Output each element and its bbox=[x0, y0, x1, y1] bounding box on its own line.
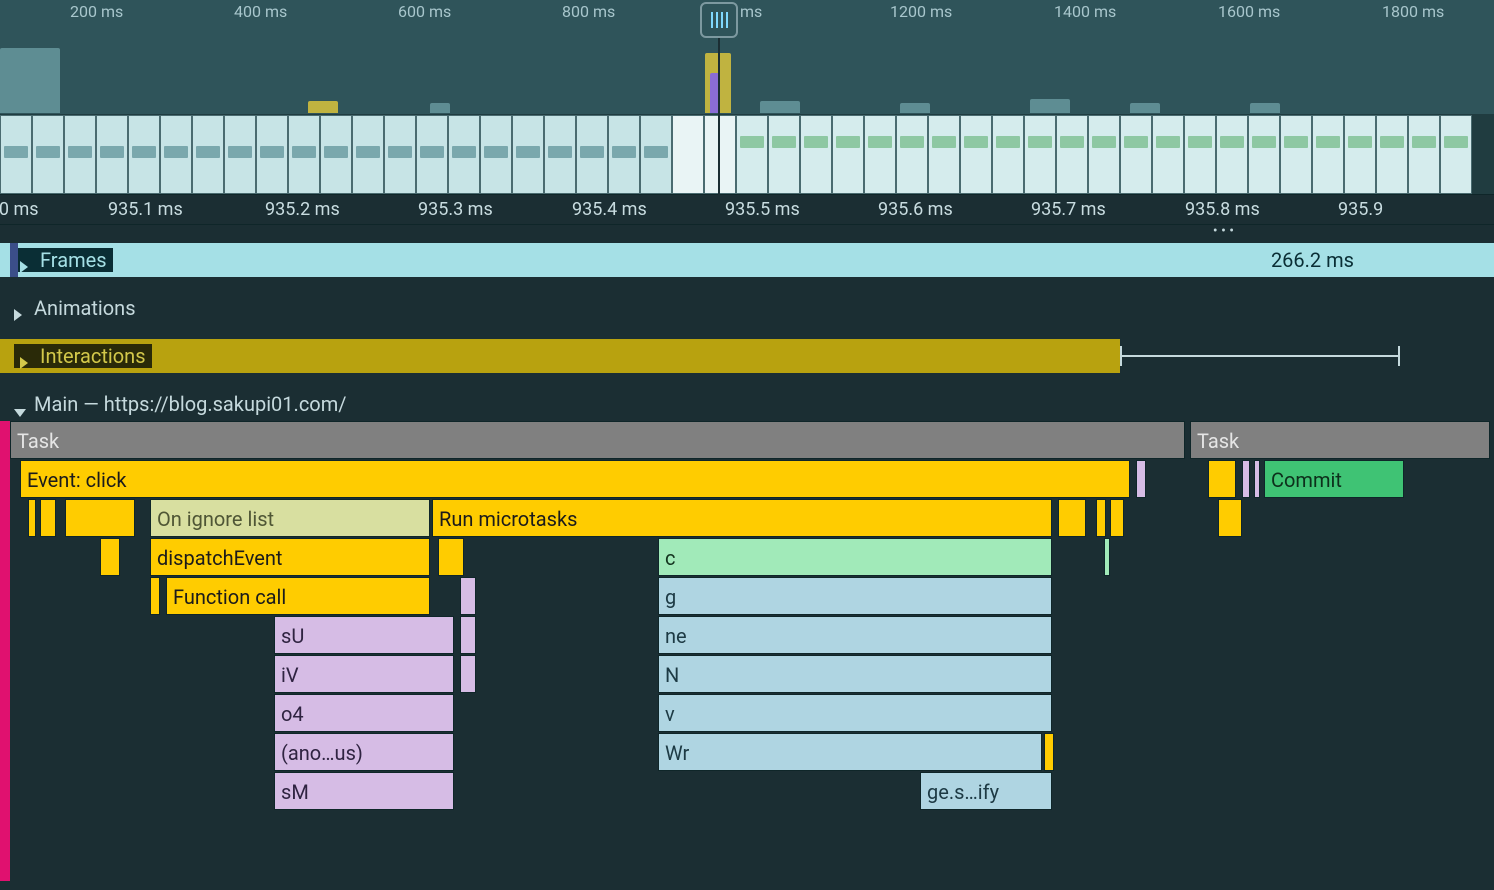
flame-iV[interactable]: iV bbox=[274, 655, 454, 693]
overview-cpu-chart[interactable] bbox=[0, 18, 1494, 113]
flame-v[interactable]: v bbox=[658, 694, 1052, 732]
flame-ne[interactable]: ne bbox=[658, 616, 1052, 654]
flame-sM[interactable]: sM bbox=[274, 772, 454, 810]
flame-slice[interactable] bbox=[150, 577, 160, 615]
flame-event-click[interactable]: Event: click bbox=[20, 460, 1130, 498]
main-label: Main — https://blog.sakupi01.com/ bbox=[34, 392, 346, 416]
flame-anon[interactable]: (ano…us) bbox=[274, 733, 454, 771]
zoom-tick: 935.6 ms bbox=[878, 199, 953, 220]
flame-slice[interactable] bbox=[40, 499, 56, 537]
flame-g[interactable]: g bbox=[658, 577, 1052, 615]
zoom-tick: 935.5 ms bbox=[725, 199, 800, 220]
flame-slice[interactable] bbox=[1110, 499, 1124, 537]
frames-duration: 266.2 ms bbox=[1271, 248, 1354, 272]
zoom-tick: 935.2 ms bbox=[265, 199, 340, 220]
chevron-right-icon bbox=[14, 302, 26, 314]
flame-chart[interactable]: Task Task Event: click Commit On ignore … bbox=[0, 421, 1494, 881]
filmstrip[interactable] bbox=[0, 115, 1494, 195]
flame-slice[interactable] bbox=[460, 655, 476, 693]
frames-track-header[interactable]: Frames 266.2 ms bbox=[0, 243, 1494, 277]
flame-sU[interactable]: sU bbox=[274, 616, 454, 654]
flame-slice[interactable] bbox=[460, 616, 476, 654]
flame-N[interactable]: N bbox=[658, 655, 1052, 693]
zoom-tick: 5.0 ms bbox=[0, 199, 39, 220]
flame-slice[interactable] bbox=[1208, 460, 1236, 498]
interactions-label: Interactions bbox=[40, 344, 146, 368]
zoom-tick: 935.9 bbox=[1338, 199, 1383, 220]
flame-task[interactable]: Task bbox=[10, 421, 1185, 459]
flame-slice[interactable] bbox=[65, 499, 135, 537]
flame-slice[interactable] bbox=[100, 538, 120, 576]
flame-slice[interactable] bbox=[1218, 499, 1242, 537]
chevron-down-icon bbox=[14, 398, 26, 410]
chevron-right-icon bbox=[20, 254, 32, 266]
flame-slice[interactable] bbox=[1254, 460, 1260, 498]
flame-slice[interactable] bbox=[28, 499, 36, 537]
animations-label: Animations bbox=[34, 296, 136, 320]
flame-ignore-list[interactable]: On ignore list bbox=[150, 499, 430, 537]
flame-task[interactable]: Task bbox=[1190, 421, 1490, 459]
playhead-handle[interactable] bbox=[700, 2, 738, 38]
main-track-header[interactable]: Main — https://blog.sakupi01.com/ bbox=[0, 387, 1494, 421]
flame-slice[interactable] bbox=[460, 577, 476, 615]
flame-slice[interactable] bbox=[1242, 460, 1250, 498]
frames-label: Frames bbox=[40, 248, 107, 272]
zoom-tick: 935.3 ms bbox=[418, 199, 493, 220]
flame-run-microtasks[interactable]: Run microtasks bbox=[432, 499, 1052, 537]
zoom-tick: 935.8 ms bbox=[1185, 199, 1260, 220]
flame-Wr[interactable]: Wr bbox=[658, 733, 1042, 771]
zoom-tick: 935.1 ms bbox=[108, 199, 183, 220]
zoom-tick: 935.7 ms bbox=[1031, 199, 1106, 220]
flame-slice[interactable] bbox=[1104, 538, 1110, 576]
flame-slice[interactable] bbox=[438, 538, 464, 576]
zoom-tick: 935.4 ms bbox=[572, 199, 647, 220]
flame-function-call[interactable]: Function call bbox=[166, 577, 430, 615]
frame-marker bbox=[10, 243, 18, 277]
playhead-line bbox=[718, 38, 720, 198]
flame-slice[interactable] bbox=[1044, 733, 1054, 771]
overview-timeline[interactable]: 200 ms 400 ms 600 ms 800 ms 1000 ms 1200… bbox=[0, 0, 1494, 115]
flame-slice[interactable] bbox=[1136, 460, 1146, 498]
flame-commit[interactable]: Commit bbox=[1264, 460, 1404, 498]
flame-slice[interactable] bbox=[1058, 499, 1086, 537]
chevron-right-icon bbox=[20, 350, 32, 362]
flame-c[interactable]: c bbox=[658, 538, 1052, 576]
interactions-track-header[interactable]: Interactions bbox=[0, 339, 1120, 373]
overview-ruler[interactable]: 200 ms 400 ms 600 ms 800 ms 1000 ms 1200… bbox=[0, 0, 1494, 18]
animations-track-header[interactable]: Animations bbox=[0, 291, 1494, 325]
flame-gesify[interactable]: ge.s…ify bbox=[920, 772, 1052, 810]
more-tracks-icon[interactable]: • • • bbox=[0, 225, 1494, 243]
flame-dispatch-event[interactable]: dispatchEvent bbox=[150, 538, 430, 576]
interactions-whisker bbox=[1120, 355, 1400, 357]
zoom-ruler[interactable]: 5.0 ms 935.1 ms 935.2 ms 935.3 ms 935.4 … bbox=[0, 195, 1494, 225]
flame-o4[interactable]: o4 bbox=[274, 694, 454, 732]
flame-slice[interactable] bbox=[1096, 499, 1106, 537]
